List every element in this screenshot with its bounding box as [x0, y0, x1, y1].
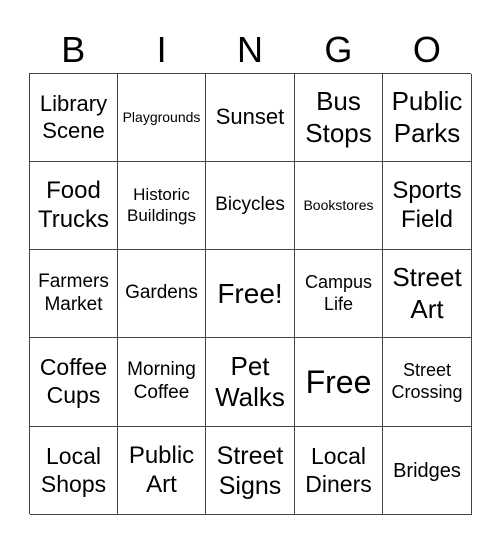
- cell-label: Bridges: [393, 459, 461, 482]
- bingo-cell[interactable]: Morning Coffee: [118, 338, 206, 427]
- cell-label: Free!: [217, 277, 283, 309]
- bingo-cell[interactable]: Local Shops: [30, 427, 118, 515]
- bingo-cell[interactable]: Bridges: [383, 427, 472, 515]
- bingo-cell[interactable]: Gardens: [118, 250, 206, 338]
- bingo-cell[interactable]: Coffee Cups: [30, 338, 118, 427]
- bingo-cell[interactable]: Bus Stops: [295, 74, 383, 162]
- header-letter-g: G: [324, 29, 353, 70]
- bingo-cell[interactable]: Street Art: [383, 250, 472, 338]
- cell-label: Playgrounds: [122, 109, 201, 126]
- bingo-cell[interactable]: Public Art: [118, 427, 206, 515]
- header-letter-i: I: [156, 29, 167, 70]
- bingo-header: B I N G O: [29, 27, 471, 73]
- cell-label: Local Diners: [305, 442, 372, 497]
- bingo-cell[interactable]: Bicycles: [206, 162, 295, 250]
- cell-label: Food Trucks: [37, 176, 110, 233]
- bingo-cell[interactable]: Library Scene: [30, 74, 118, 162]
- bingo-cell[interactable]: Playgrounds: [118, 74, 206, 162]
- header-letter-o: O: [412, 29, 441, 70]
- bingo-cell[interactable]: Street Signs: [206, 427, 295, 515]
- cell-label: Sunset: [215, 104, 285, 130]
- bingo-cell[interactable]: Pet Walks: [206, 338, 295, 427]
- bingo-cell[interactable]: Local Diners: [295, 427, 383, 515]
- cell-label: Street Art: [392, 262, 462, 324]
- bingo-cell[interactable]: Sunset: [206, 74, 295, 162]
- cell-label: Coffee Cups: [39, 354, 108, 408]
- cell-label: Local Shops: [40, 442, 107, 497]
- cell-label: Bookstores: [303, 197, 374, 214]
- bingo-cell[interactable]: Public Parks: [383, 74, 472, 162]
- bingo-cell[interactable]: Sports Field: [383, 162, 472, 250]
- cell-label: Gardens: [125, 282, 198, 304]
- bingo-cell[interactable]: Farmers Market: [30, 250, 118, 338]
- cell-label: Pet Walks: [215, 350, 285, 412]
- cell-label: Sports Field: [392, 176, 462, 233]
- free-space-cell[interactable]: Free!: [206, 250, 295, 338]
- cell-label: Street Crossing: [391, 360, 463, 402]
- bingo-cell[interactable]: Campus Life: [295, 250, 383, 338]
- header-letter-b: B: [61, 29, 86, 70]
- cell-label: Historic Buildings: [127, 185, 196, 225]
- cell-label: Public Art: [128, 441, 195, 498]
- bingo-cell[interactable]: Food Trucks: [30, 162, 118, 250]
- cell-label: Library Scene: [39, 91, 108, 143]
- header-letter-n: N: [237, 29, 264, 70]
- cell-label: Bus Stops: [305, 86, 372, 148]
- bingo-cell[interactable]: Historic Buildings: [118, 162, 206, 250]
- cell-label: Farmers Market: [38, 270, 109, 315]
- cell-label: Street Signs: [216, 441, 284, 500]
- bingo-cell[interactable]: Street Crossing: [383, 338, 472, 427]
- bingo-cell[interactable]: Bookstores: [295, 162, 383, 250]
- cell-label: Free: [305, 363, 372, 400]
- bingo-grid: Library Scene Playgrounds Sunset Bus Sto…: [29, 73, 472, 515]
- bingo-cell[interactable]: Free: [295, 338, 383, 427]
- cell-label: Public Parks: [391, 86, 463, 148]
- cell-label: Campus Life: [304, 271, 373, 314]
- cell-label: Bicycles: [215, 194, 285, 216]
- cell-label: Morning Coffee: [127, 359, 196, 403]
